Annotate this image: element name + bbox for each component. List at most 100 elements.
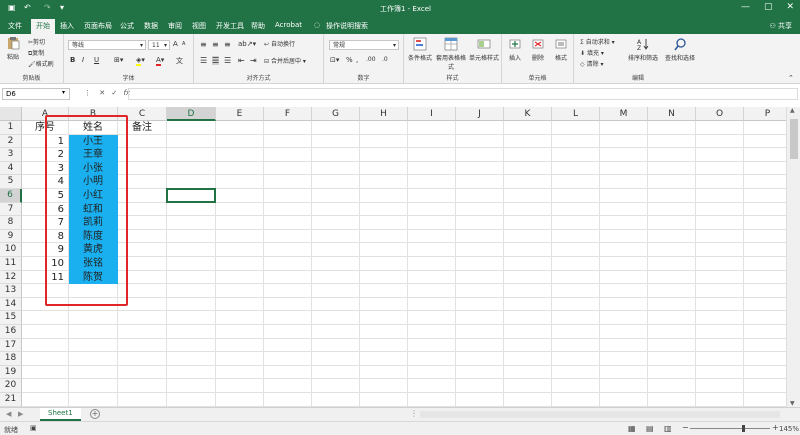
tab-review[interactable]: 审阅: [168, 21, 182, 31]
wrap-text-button[interactable]: ↩ 自动换行: [264, 39, 295, 48]
phonetic-button[interactable]: 文: [176, 56, 183, 66]
grid-row-15[interactable]: [22, 311, 786, 325]
minimize-button[interactable]: —: [741, 2, 750, 12]
cut-button[interactable]: ✂剪切: [28, 37, 45, 46]
prev-sheet-icon[interactable]: ◀: [6, 410, 11, 418]
grid-row-6[interactable]: [22, 189, 786, 203]
cell-b9[interactable]: 陈度: [69, 229, 118, 244]
align-bottom-icon[interactable]: ≡: [224, 40, 231, 49]
font-name-select[interactable]: 等线 ▾: [68, 40, 146, 50]
sort-filter-button[interactable]: AZ 排序和筛选: [626, 37, 660, 62]
grid-row-13[interactable]: [22, 284, 786, 298]
tab-help[interactable]: 帮助: [251, 21, 265, 31]
cell-a4[interactable]: 3: [22, 161, 69, 176]
zoom-out-icon[interactable]: −: [682, 423, 689, 432]
column-header-l[interactable]: L: [552, 107, 600, 121]
cell-b12[interactable]: 陈贺: [69, 270, 118, 285]
align-top-icon[interactable]: ≡: [200, 40, 207, 49]
cell-a8[interactable]: 7: [22, 216, 69, 230]
select-all-corner[interactable]: [0, 107, 22, 121]
cancel-icon[interactable]: ✕: [99, 89, 105, 97]
grid-row-2[interactable]: [22, 135, 786, 149]
column-header-h[interactable]: H: [360, 107, 408, 121]
grid-row-4[interactable]: [22, 162, 786, 176]
cell-b3[interactable]: 王章: [69, 148, 118, 162]
column-header-k[interactable]: K: [504, 107, 552, 121]
row-header-5[interactable]: 5: [0, 175, 22, 189]
cell-b7[interactable]: 虹和: [69, 202, 118, 217]
tab-view[interactable]: 视图: [192, 21, 206, 31]
tab-data[interactable]: 数据: [144, 21, 158, 31]
cell-c1[interactable]: 备注: [118, 121, 167, 135]
cell-b2[interactable]: 小王: [69, 134, 118, 149]
align-right-icon[interactable]: ☰: [224, 56, 231, 65]
row-header-20[interactable]: 20: [0, 379, 22, 393]
fill-button[interactable]: ⬇ 填充 ▾: [580, 48, 604, 57]
format-painter-button[interactable]: 🖌格式刷: [28, 59, 54, 68]
shrink-font-button[interactable]: A: [182, 41, 185, 47]
close-button[interactable]: ✕: [786, 2, 794, 12]
next-sheet-icon[interactable]: ▶: [18, 410, 23, 418]
delete-cells-button[interactable]: 删除: [527, 37, 549, 62]
conditional-format-button[interactable]: 条件格式: [406, 37, 434, 62]
align-left-icon[interactable]: ☰: [200, 56, 207, 65]
cell-styles-button[interactable]: 单元格样式: [468, 37, 500, 62]
redo-icon[interactable]: ↷: [44, 3, 51, 12]
cell-a10[interactable]: 9: [22, 243, 69, 257]
row-header-4[interactable]: 4: [0, 161, 22, 176]
column-header-o[interactable]: O: [696, 107, 744, 121]
grid-row-5[interactable]: [22, 175, 786, 189]
grid-row-9[interactable]: [22, 230, 786, 244]
collapse-ribbon-icon[interactable]: ⌃: [788, 74, 794, 82]
cell-a12[interactable]: 11: [22, 270, 69, 285]
format-cells-button[interactable]: 格式: [550, 37, 572, 62]
tab-formulas[interactable]: 公式: [120, 21, 134, 31]
orientation-icon[interactable]: ab↗▾: [238, 40, 256, 48]
cell-b5[interactable]: 小明: [69, 175, 118, 189]
enter-icon[interactable]: ✓: [111, 89, 117, 97]
share-button[interactable]: ⚇ 共享: [769, 21, 792, 31]
grow-font-button[interactable]: A: [173, 40, 178, 48]
tab-developer[interactable]: 开发工具: [216, 21, 244, 31]
align-center-icon[interactable]: ☰: [212, 56, 220, 65]
font-size-select[interactable]: 11 ▾: [148, 40, 170, 50]
row-header-7[interactable]: 7: [0, 202, 22, 217]
tab-page-layout[interactable]: 页面布局: [84, 21, 112, 31]
tab-file[interactable]: 文件: [8, 21, 22, 31]
normal-view-icon[interactable]: ▦: [628, 424, 636, 433]
copy-button[interactable]: ⧉复制: [28, 48, 44, 58]
zoom-level[interactable]: 145%: [779, 425, 799, 433]
scroll-thumb[interactable]: [790, 119, 798, 159]
cell-a3[interactable]: 2: [22, 148, 69, 162]
row-header-3[interactable]: 3: [0, 148, 22, 162]
cell-b1[interactable]: 姓名: [69, 121, 118, 135]
grid-row-14[interactable]: [22, 298, 786, 312]
grid-row-21[interactable]: [22, 393, 786, 407]
cell-b8[interactable]: 凯莉: [69, 216, 118, 230]
zoom-slider[interactable]: [690, 428, 770, 429]
vertical-scrollbar[interactable]: ▲ ▼: [786, 107, 800, 407]
row-header-15[interactable]: 15: [0, 311, 22, 325]
grid-row-8[interactable]: [22, 216, 786, 230]
splitter-dots-icon[interactable]: ⋮: [410, 409, 418, 418]
font-color-icon[interactable]: A▾: [156, 56, 164, 66]
horizontal-scrollbar[interactable]: [420, 411, 780, 418]
column-header-i[interactable]: I: [408, 107, 456, 121]
cell-b6[interactable]: 小红: [69, 189, 118, 203]
scroll-down-icon[interactable]: ▼: [790, 400, 795, 407]
grid-row-11[interactable]: [22, 257, 786, 271]
spreadsheet-grid[interactable]: ABCDEFGHIJKLMNOP 1 2 3 4 5 6 7 8 9 10 11 12 13 14 15 16…: [0, 107, 786, 407]
grid-row-17[interactable]: [22, 339, 786, 353]
find-select-button[interactable]: 查找和选择: [662, 37, 698, 62]
formula-input[interactable]: [128, 88, 798, 100]
row-header-19[interactable]: 19: [0, 365, 22, 380]
row-header-16[interactable]: 16: [0, 325, 22, 339]
customize-icon[interactable]: ▾: [60, 3, 64, 12]
align-middle-icon[interactable]: ≡: [212, 40, 219, 49]
row-header-17[interactable]: 17: [0, 338, 22, 353]
grid-row-3[interactable]: [22, 148, 786, 162]
row-header-14[interactable]: 14: [0, 297, 22, 312]
grid-row-12[interactable]: [22, 271, 786, 285]
clear-button[interactable]: ◇ 清除 ▾: [580, 59, 603, 68]
column-header-p[interactable]: P: [744, 107, 786, 121]
